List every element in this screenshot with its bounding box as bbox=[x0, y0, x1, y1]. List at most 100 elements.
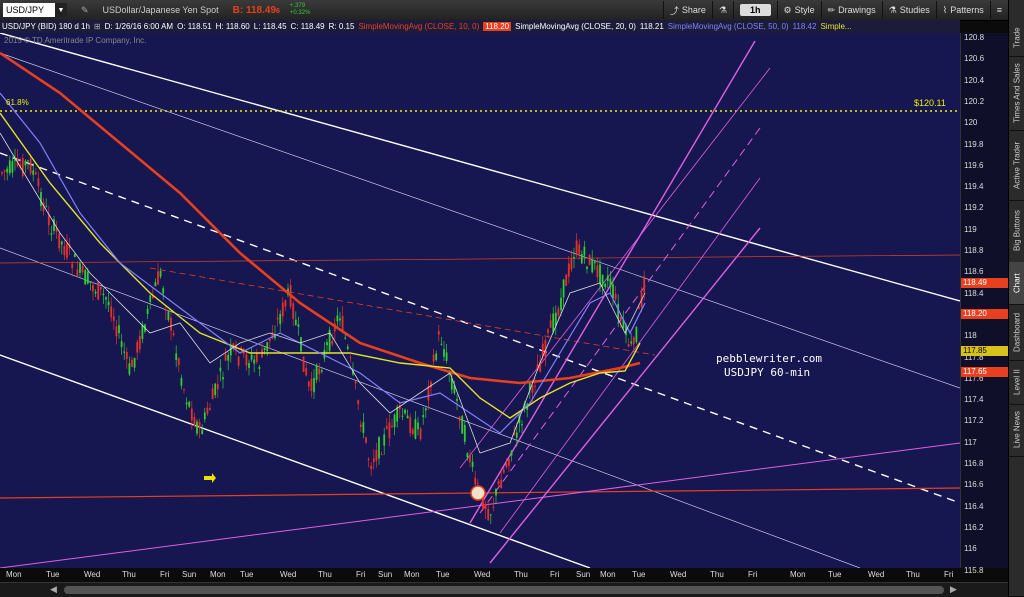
time-tick: Tue bbox=[46, 570, 60, 579]
scroll-left-icon[interactable]: ◀ bbox=[50, 584, 57, 595]
candle-body bbox=[201, 429, 204, 435]
side-tab-live-news[interactable]: Live News bbox=[1009, 404, 1024, 457]
drawings-button[interactable]: ✏ Drawings bbox=[820, 1, 882, 19]
candle-body bbox=[456, 399, 458, 401]
time-tick: Wed bbox=[280, 570, 297, 579]
price-tick: 115.8 bbox=[964, 565, 984, 575]
patterns-icon: ⌇ bbox=[942, 4, 948, 15]
candle-body bbox=[258, 367, 261, 369]
share-button[interactable]: ⤴ Share bbox=[662, 1, 712, 19]
studies-icon: ⚗ bbox=[888, 4, 897, 15]
candle-body bbox=[372, 458, 375, 463]
candle-body bbox=[326, 342, 328, 346]
candle-body bbox=[102, 293, 105, 296]
side-tab-big-buttons[interactable]: Big Buttons bbox=[1009, 200, 1024, 263]
candle-body bbox=[497, 481, 500, 484]
side-tab-dashboard[interactable]: Dashboard bbox=[1009, 304, 1024, 361]
candle-body bbox=[604, 283, 607, 288]
candle-body bbox=[21, 158, 24, 177]
horizontal-scrollbar[interactable]: ◀ ▶ bbox=[0, 582, 1008, 597]
candle-body bbox=[489, 514, 492, 516]
candle-body bbox=[180, 378, 183, 386]
candle-body bbox=[606, 275, 609, 282]
price-axis[interactable]: 120.8 120.6 120.4 120.2 120 119.8 119.6 119.4 11… bbox=[960, 33, 1009, 575]
symbol-selector[interactable]: USD/JPY ▼ bbox=[3, 3, 67, 17]
chevron-down-icon[interactable]: ▼ bbox=[55, 3, 67, 17]
candle-body bbox=[66, 243, 68, 258]
time-tick: Mon bbox=[600, 570, 616, 579]
candle-body bbox=[463, 424, 466, 442]
side-tab-trade[interactable]: Trade bbox=[1009, 20, 1024, 57]
side-tab-chart[interactable]: Chart bbox=[1009, 262, 1024, 305]
price-chart[interactable] bbox=[0, 33, 960, 568]
candle-body bbox=[443, 349, 445, 357]
candle-body bbox=[237, 356, 240, 366]
candle-body bbox=[79, 263, 81, 273]
candle-body bbox=[614, 293, 617, 300]
candle-body bbox=[196, 421, 198, 434]
candle-body bbox=[310, 378, 313, 391]
price-tick: 116.2 bbox=[964, 522, 984, 532]
candle-body bbox=[419, 428, 422, 440]
candle-body bbox=[206, 407, 209, 414]
candle-body bbox=[492, 506, 495, 508]
timeframe-value: 1h bbox=[740, 4, 771, 16]
price-tick: 118.8 bbox=[964, 246, 984, 255]
candle-body bbox=[89, 281, 92, 283]
time-tick: Sun bbox=[182, 570, 197, 579]
side-tab-level-ii[interactable]: Level II bbox=[1009, 360, 1024, 405]
time-tick: Thu bbox=[906, 570, 920, 579]
style-button[interactable]: ⚙ Style bbox=[776, 1, 821, 19]
candle-body bbox=[315, 364, 318, 380]
candle-body bbox=[40, 192, 42, 207]
candle-body bbox=[320, 370, 323, 372]
menu-button[interactable]: ≡ bbox=[989, 1, 1008, 19]
price-tick: 120.4 bbox=[964, 75, 985, 85]
flask-button[interactable]: ⚗ bbox=[711, 1, 733, 19]
side-tab-times-and-sales[interactable]: Times And Sales bbox=[1009, 56, 1024, 131]
candle-body bbox=[84, 270, 87, 285]
legend-sma50-value: 118.42 bbox=[792, 22, 817, 31]
candle-body bbox=[378, 437, 380, 459]
legend-range: R: 0.15 bbox=[328, 22, 355, 31]
pebble-marker-icon bbox=[470, 485, 486, 501]
studies-button[interactable]: ⚗ Studies bbox=[881, 1, 936, 19]
legend-sma20-value: 118.21 bbox=[639, 22, 664, 31]
candle-body bbox=[1, 172, 3, 174]
candle-body bbox=[279, 313, 282, 324]
candle-body bbox=[508, 459, 510, 466]
change-block: +.379 +0.32% bbox=[290, 3, 311, 17]
candle-body bbox=[487, 508, 490, 520]
timeframe-selector[interactable]: 1h bbox=[733, 1, 777, 19]
candle-body bbox=[115, 326, 118, 337]
candle-body bbox=[417, 422, 419, 430]
time-tick: Mon bbox=[790, 570, 806, 579]
candle-body bbox=[534, 385, 536, 387]
time-tick: Thu bbox=[318, 570, 332, 579]
candle-body bbox=[445, 352, 448, 361]
candle-body bbox=[547, 329, 549, 333]
candle-body bbox=[406, 415, 409, 419]
candle-body bbox=[131, 359, 133, 367]
candle-body bbox=[24, 160, 27, 166]
candle-body bbox=[336, 315, 339, 322]
candle-body bbox=[370, 465, 373, 470]
patterns-button[interactable]: ⌇ Patterns bbox=[935, 1, 990, 19]
price-tick: 116.6 bbox=[964, 480, 984, 490]
candle-body bbox=[409, 417, 412, 433]
candle-body bbox=[635, 327, 638, 343]
scroll-right-icon[interactable]: ▶ bbox=[950, 584, 957, 595]
link-icon[interactable]: ✎ bbox=[81, 5, 89, 16]
candle-body bbox=[45, 205, 48, 207]
candle-body bbox=[357, 400, 360, 405]
scroll-thumb[interactable] bbox=[64, 586, 944, 594]
time-tick: Thu bbox=[710, 570, 724, 579]
candle-body bbox=[596, 265, 599, 278]
side-tab-active-trader[interactable]: Active Trader bbox=[1009, 130, 1024, 201]
candle-body bbox=[424, 408, 427, 411]
candle-body bbox=[411, 429, 414, 435]
candle-body bbox=[367, 459, 370, 461]
candle-body bbox=[515, 432, 518, 438]
chart-title: USD/JPY (BID) 180 d 1h bbox=[2, 22, 90, 31]
copyright-text: 2015 © TD Ameritrade IP Company, Inc. bbox=[4, 36, 147, 45]
